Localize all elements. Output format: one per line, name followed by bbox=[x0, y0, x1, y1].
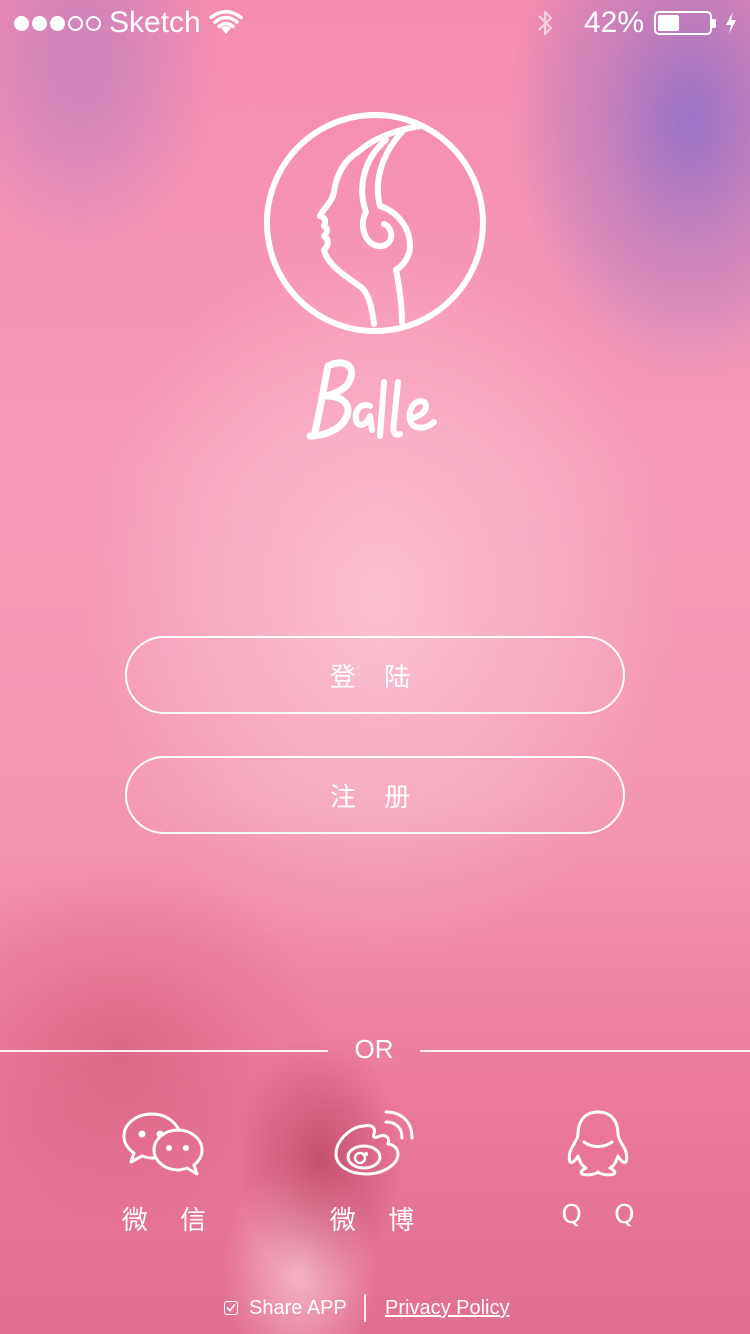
status-bar: Sketch 42% bbox=[0, 0, 750, 54]
bluetooth-icon bbox=[538, 10, 553, 36]
login-screen: Sketch 42% 登 陆 注 册 OR 微 信 微 博 Q Q Share … bbox=[0, 0, 750, 1334]
status-right: 42% bbox=[536, 6, 738, 40]
check-icon bbox=[226, 1304, 236, 1312]
signal-dot bbox=[32, 15, 47, 31]
wechat-login-button[interactable]: 微 信 bbox=[94, 1108, 234, 1237]
qq-label: Q Q bbox=[561, 1200, 647, 1230]
charging-icon bbox=[726, 12, 736, 34]
woman-profile-logo bbox=[264, 112, 486, 334]
privacy-policy-link[interactable]: Privacy Policy bbox=[385, 1297, 509, 1320]
signal-dot bbox=[14, 15, 29, 31]
share-app-label[interactable]: Share APP bbox=[249, 1297, 347, 1320]
wifi-icon bbox=[208, 10, 243, 34]
signal-dot bbox=[68, 15, 83, 31]
footer-separator bbox=[364, 1294, 366, 1322]
signal-dot bbox=[86, 15, 101, 31]
weibo-icon bbox=[334, 1110, 414, 1176]
qq-login-button[interactable]: Q Q bbox=[528, 1108, 668, 1230]
wechat-icon bbox=[122, 1112, 204, 1176]
weibo-label: 微 博 bbox=[329, 1206, 427, 1236]
bayie-wordmark bbox=[306, 359, 437, 440]
share-app-checkbox[interactable] bbox=[224, 1301, 238, 1315]
or-label: OR bbox=[354, 1034, 394, 1064]
battery-percent: 42% bbox=[583, 6, 644, 39]
status-left: Sketch bbox=[14, 6, 243, 40]
battery-icon bbox=[654, 11, 716, 35]
qq-icon bbox=[567, 1110, 629, 1177]
carrier-name: Sketch bbox=[109, 6, 201, 39]
signal-strength-icon bbox=[14, 15, 101, 31]
divider-line-left bbox=[0, 1050, 328, 1052]
weibo-login-button[interactable]: 微 博 bbox=[302, 1108, 442, 1237]
wechat-label: 微 信 bbox=[121, 1206, 219, 1236]
signal-dot bbox=[50, 15, 65, 31]
divider-line-right bbox=[420, 1050, 750, 1052]
battery-fill bbox=[658, 15, 679, 31]
register-button[interactable]: 注 册 bbox=[125, 756, 625, 834]
or-divider: OR bbox=[0, 1030, 750, 1072]
footer: Share APP Privacy Policy bbox=[0, 1294, 750, 1326]
login-button[interactable]: 登 陆 bbox=[125, 636, 625, 714]
